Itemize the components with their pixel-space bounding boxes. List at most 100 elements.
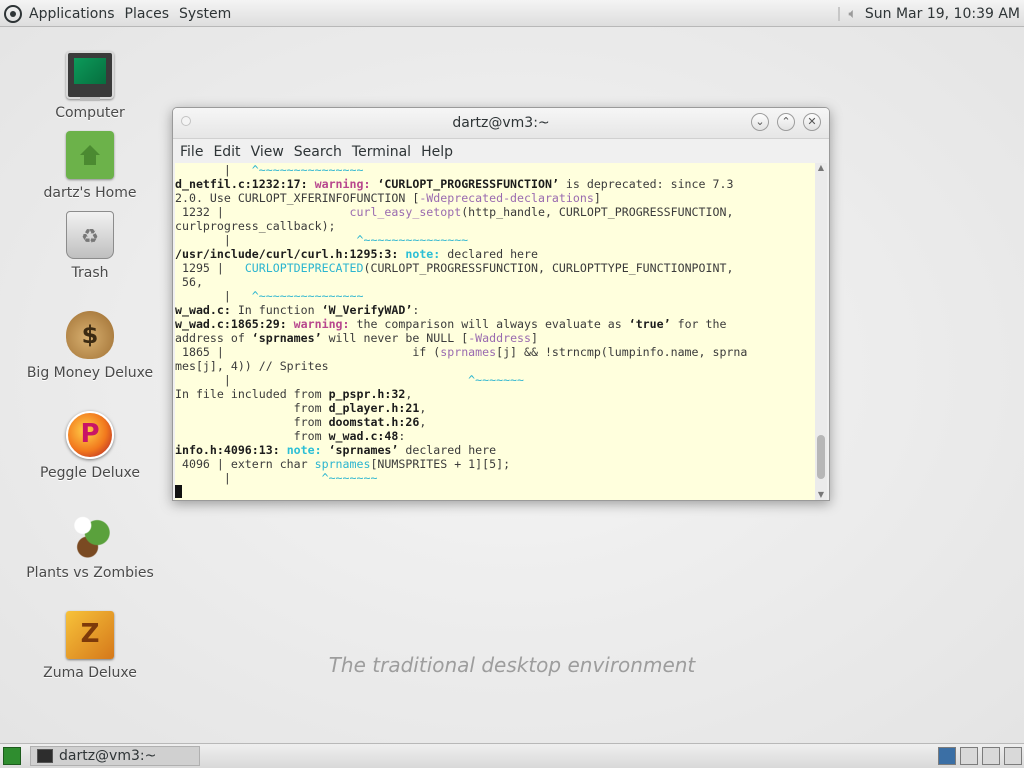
show-desktop-icon[interactable]	[3, 747, 21, 765]
maximize-button[interactable]: ⌃	[777, 113, 795, 131]
menu-file[interactable]: File	[175, 144, 208, 160]
menu-search[interactable]: Search	[289, 144, 347, 160]
terminal-line: from w_wad.c:48:	[175, 429, 817, 443]
desktop-icon-computer[interactable]: Computer	[20, 51, 160, 121]
terminal-segment: (http_handle, CURLOPT_PROGRESSFUNCTION,	[461, 205, 734, 219]
close-button[interactable]: ✕	[803, 113, 821, 131]
terminal-segment: declared here	[398, 443, 497, 457]
terminal-segment: -Wdeprecated-declarations	[419, 191, 594, 205]
terminal-segment: ,	[405, 387, 413, 401]
terminal-segment: In function	[230, 303, 322, 317]
clock[interactable]: Sun Mar 19, 10:39 AM	[865, 6, 1020, 22]
terminal-line: curlprogress_callback);	[175, 219, 817, 233]
workspace-1[interactable]	[938, 747, 956, 765]
plants-vs-zombies-icon	[66, 511, 114, 559]
terminal-segment: w_wad.c:48	[328, 429, 399, 443]
menu-edit[interactable]: Edit	[208, 144, 245, 160]
terminal-segment: p_pspr.h:32	[328, 387, 406, 401]
desktop-icon-big-money[interactable]: Big Money Deluxe	[20, 311, 160, 381]
home-folder-icon	[66, 131, 114, 179]
system-menu[interactable]: System	[174, 6, 236, 22]
terminal-segment: warning:	[293, 317, 350, 331]
panel-separator	[838, 6, 841, 21]
terminal-segment: -Waddress	[468, 331, 532, 345]
scroll-up-icon[interactable]: ▲	[815, 163, 827, 173]
terminal-segment: [NUMSPRITES + 1][5];	[370, 457, 511, 471]
terminal-scrollbar[interactable]: ▲ ▼	[815, 163, 827, 500]
desktop-icon-label: Big Money Deluxe	[26, 365, 154, 381]
terminal-output[interactable]: | ^~~~~~~~~~~~~~~~ d_netfil.c:1232:17: wa…	[175, 163, 817, 500]
terminal-segment: w_wad.c:	[175, 303, 231, 317]
terminal-line: | ^~~~~~~~~~~~~~~~	[175, 233, 817, 247]
terminal-segment: (CURLOPT_PROGRESSFUNCTION, CURLOPTTYPE_F…	[363, 261, 734, 275]
window-titlebar[interactable]: dartz@vm3:~ ⌄ ⌃ ✕	[173, 108, 829, 139]
terminal-line: address of ‘sprnames’ will never be NULL…	[175, 331, 817, 345]
terminal-line: from doomstat.h:26,	[175, 415, 817, 429]
menu-help[interactable]: Help	[416, 144, 458, 160]
terminal-segment: |	[175, 163, 252, 177]
terminal-line: | ^~~~~~~~~~~~~~~~	[175, 163, 817, 177]
terminal-segment: note:	[405, 247, 441, 261]
terminal-prompt-line	[175, 485, 817, 499]
desktop-icon-plants-vs-zombies[interactable]: Plants vs Zombies	[20, 511, 160, 581]
terminal-segment: ‘sprnames’	[328, 443, 399, 457]
terminal-line: info.h:4096:13: note: ‘sprnames’ declare…	[175, 443, 817, 457]
terminal-segment: d_netfil.c:1232:17:	[175, 177, 308, 191]
terminal-segment: sprnames	[314, 457, 371, 471]
terminal-window[interactable]: dartz@vm3:~ ⌄ ⌃ ✕ File Edit View Search …	[172, 107, 830, 501]
terminal-line: | ^~~~~~~~~~~~~~~~	[175, 289, 817, 303]
terminal-segment	[308, 177, 315, 191]
terminal-segment: ,	[419, 415, 427, 429]
places-menu[interactable]: Places	[120, 6, 175, 22]
terminal-segment: 1865 | if (	[175, 345, 441, 359]
workspace-3[interactable]	[982, 747, 1000, 765]
terminal-line: w_wad.c:1865:29: warning: the comparison…	[175, 317, 817, 331]
terminal-segment: note:	[286, 443, 322, 457]
terminal-segment: for the	[670, 317, 727, 331]
terminal-segment: is deprecated: since 7.3	[558, 177, 734, 191]
menu-view[interactable]: View	[246, 144, 289, 160]
desktop-icon-trash[interactable]: Trash	[20, 211, 160, 281]
workspace-4[interactable]	[1004, 747, 1022, 765]
desktop-icon-home[interactable]: dartz's Home	[20, 131, 160, 201]
terminal-segment: [j] && !strncmp(lumpinfo.name, sprna	[496, 345, 748, 359]
terminal-segment: 56,	[175, 275, 203, 289]
terminal-line: 2.0. Use CURLOPT_XFERINFOFUNCTION [-Wdep…	[175, 191, 817, 205]
terminal-segment: ‘CURLOPT_PROGRESSFUNCTION’	[377, 177, 559, 191]
minimize-button[interactable]: ⌄	[751, 113, 769, 131]
scroll-down-icon[interactable]: ▼	[815, 490, 827, 500]
terminal-segment: ]	[593, 191, 601, 205]
workspace-2[interactable]	[960, 747, 978, 765]
terminal-segment: curl_easy_setopt	[349, 205, 462, 219]
computer-icon	[66, 51, 114, 101]
terminal-line: 1295 | CURLOPTDEPRECATED(CURLOPT_PROGRES…	[175, 261, 817, 275]
terminal-segment: ^~~~~~~~	[468, 373, 525, 387]
terminal-segment: address of	[175, 331, 252, 345]
desktop-icon-peggle[interactable]: Peggle Deluxe	[20, 411, 160, 481]
applications-menu[interactable]: Applications	[24, 6, 120, 22]
terminal-segment: |	[175, 289, 252, 303]
terminal-segment	[287, 317, 294, 331]
terminal-icon	[37, 749, 53, 763]
terminal-segment: CURLOPTDEPRECATED	[244, 261, 364, 275]
desktop-icon-label: Peggle Deluxe	[40, 465, 140, 481]
terminal-segment: :	[412, 303, 420, 317]
volume-icon[interactable]: 🔈︎	[848, 6, 856, 22]
terminal-segment: the comparison will always evaluate as	[349, 317, 629, 331]
terminal-segment: :	[398, 429, 406, 443]
terminal-segment: ‘W_VerifyWAD’	[321, 303, 413, 317]
scrollbar-thumb[interactable]	[817, 435, 825, 479]
terminal-segment: ,	[419, 401, 427, 415]
taskbar-window-button[interactable]: dartz@vm3:~	[30, 746, 200, 766]
terminal-segment: 4096 | extern char	[175, 457, 315, 471]
terminal-line: | ^~~~~~~~	[175, 471, 817, 485]
terminal-segment: warning:	[314, 177, 371, 191]
terminal-segment: curlprogress_callback);	[175, 219, 336, 233]
terminal-menubar: File Edit View Search Terminal Help	[173, 139, 829, 164]
terminal-segment: /usr/include/curl/curl.h:1295:3:	[175, 247, 399, 261]
terminal-segment: will never be NULL [	[321, 331, 469, 345]
menu-terminal[interactable]: Terminal	[347, 144, 416, 160]
terminal-segment: from	[175, 401, 329, 415]
terminal-segment: info.h:4096:13:	[175, 443, 280, 457]
distro-logo-icon[interactable]	[4, 4, 22, 23]
